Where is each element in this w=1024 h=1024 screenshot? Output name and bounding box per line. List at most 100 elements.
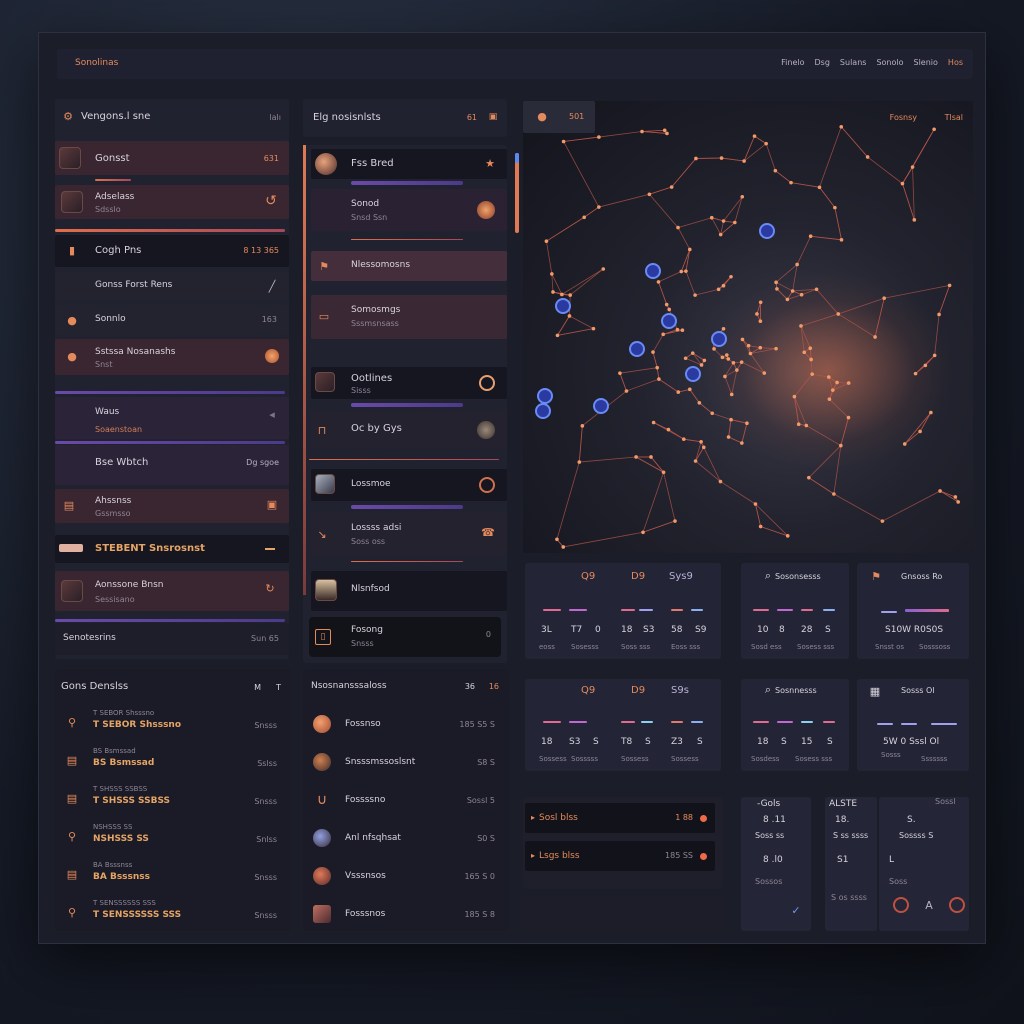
list-item-5[interactable]: ● Sonnlo 163 [55, 305, 289, 335]
mid-item-3[interactable]: ⚑ Nlessomosns [311, 251, 507, 281]
table-row[interactable]: ▤ BS Bsmssad BS Bsmssad Sslss [59, 745, 285, 777]
mid-item-4[interactable]: ▭ Somosmgs Sssmsnsass [311, 295, 507, 339]
minus-icon[interactable] [265, 548, 275, 550]
table-row[interactable]: ▤ BA Bsssnss BA Bsssnss Snsss [59, 859, 285, 891]
image-icon[interactable]: ▣ [265, 497, 279, 511]
phone-icon[interactable]: ☎ [481, 525, 495, 539]
map-marker[interactable] [535, 403, 551, 419]
map-marker[interactable] [711, 331, 727, 347]
stat-sub: Sosdess [751, 755, 780, 763]
toggle-ring[interactable] [479, 477, 495, 493]
mid-item-5[interactable]: Ootlines Sisss [311, 367, 507, 399]
mini-card-3[interactable]: Sossl S. Sossss S L Soss A [879, 797, 969, 931]
list-row[interactable]: Snsssmssoslsnt S8 S [307, 747, 503, 779]
list-row[interactable]: ∪ Fossssno Sossl 5 [307, 785, 503, 817]
alert-row-1[interactable]: ▸ Sosl blss 1 88 [525, 803, 715, 833]
map-scrollbar[interactable] [515, 153, 519, 233]
refresh-icon[interactable]: ↺ [263, 193, 279, 209]
list-item-11[interactable]: Aonssone Bnsn Sessisano ↻ [55, 571, 289, 611]
map-marker[interactable] [537, 388, 553, 404]
network-link [598, 193, 650, 208]
mini-card-2[interactable]: ALSTE 18. S ss ssss S1 S os ssss [825, 797, 877, 931]
table-row[interactable]: ⚲ T SENSSSSSS SSS T SENSSSSSS SSS Snsss [59, 897, 285, 929]
network-node [733, 220, 737, 225]
record-button[interactable] [893, 897, 909, 913]
network-node [647, 192, 652, 197]
map-marker[interactable] [555, 298, 571, 314]
alert-row-2[interactable]: ▸ Lsgs blss 185 SS [525, 841, 715, 871]
mid-item-9[interactable]: Nlsnfsod [311, 571, 507, 611]
list-item-3[interactable]: ▮ Cogh Pns 8 13 365 [55, 235, 289, 267]
mid-item-2[interactable]: Sonod Snsd Ssn [311, 189, 507, 231]
network-link [925, 355, 935, 366]
list-row[interactable]: Anl nfsqhsat S0 S [307, 823, 503, 855]
refresh-icon[interactable]: ↻ [263, 581, 277, 595]
menu-item-5[interactable]: Slenio [914, 58, 938, 67]
network-link [578, 425, 583, 463]
menu-item-1[interactable]: Finelo [781, 58, 804, 67]
toggle-ring[interactable] [479, 375, 495, 391]
mini-card-1[interactable]: -Gols 8 .11 Soss ss 8 .l0 Sossos ✓ [741, 797, 811, 931]
map-marker[interactable] [629, 341, 645, 357]
network-link [728, 436, 743, 444]
star-icon[interactable]: ★ [483, 156, 497, 170]
map-marker[interactable] [593, 398, 609, 414]
list-item-6[interactable]: ● Sstssa Nosanashs Snst [55, 339, 289, 375]
network-node [723, 374, 727, 379]
list-row[interactable]: Fosssnos 185 S 8 [307, 899, 503, 931]
network-link [840, 417, 849, 446]
table-row[interactable]: ⚲ T SEBOR Shsssno T SEBOR Shsssno Snsss [59, 707, 285, 739]
map-marker[interactable] [661, 313, 677, 329]
list-item-2[interactable]: Adselass Sdsslo ↺ [55, 185, 289, 219]
network-link [796, 236, 811, 265]
map-marker[interactable] [645, 263, 661, 279]
network-link [652, 351, 658, 368]
check-icon[interactable]: ✓ [789, 903, 803, 917]
settings-icon[interactable]: ⚙ [61, 109, 75, 123]
menu-item-6[interactable]: Hos [948, 58, 963, 67]
edit-icon[interactable]: ╱ [265, 279, 279, 293]
table-row[interactable]: ⚲ NSHSSS SS NSHSSS SS Snlss [59, 821, 285, 853]
menu-item-2[interactable]: Dsg [815, 58, 830, 67]
list-header-value: 36 [464, 682, 475, 691]
map-scroll-thumb[interactable] [515, 153, 519, 163]
search-icon[interactable]: ⌕ [761, 683, 775, 697]
filter-icon[interactable]: ▣ [487, 111, 499, 123]
record-button-2[interactable] [949, 897, 965, 913]
search-icon[interactable]: ⌕ [761, 569, 775, 583]
list-item-7[interactable]: Waus Soaenstoan ◂ [55, 397, 289, 439]
mid-item-10[interactable]: ▯ Fosong Snsss 0 [309, 617, 501, 657]
user-icon[interactable]: A [921, 897, 937, 913]
mid-item-value: 0 [485, 630, 491, 639]
network-link [641, 131, 668, 134]
mid-item-8[interactable]: ↘ Lossss adsi Soss oss ☎ [311, 513, 507, 555]
list-row[interactable]: Vsssnsos 165 S 0 [307, 861, 503, 893]
map-marker[interactable] [759, 223, 775, 239]
menu-item-4[interactable]: Sonolo [876, 58, 903, 67]
list-item-8[interactable]: Bse Wbtch Dg sgoe [55, 445, 289, 485]
table-row[interactable]: ▤ T SHSSS SSBSS T SHSSS SSBSS Snsss [59, 783, 285, 815]
list-item-10[interactable]: STEBENT Snsrosnst [55, 535, 289, 563]
robot-icon[interactable]: ● [535, 109, 549, 123]
mid-item-6[interactable]: ⊓ Oc by Gys [311, 411, 507, 449]
more-icon[interactable]: ◂ [265, 407, 279, 421]
avatar [313, 715, 331, 733]
network-map[interactable]: ● 501 Fosnsy Tlsal [523, 101, 973, 553]
menu-item-3[interactable]: Sulans [840, 58, 867, 67]
network-node [789, 180, 793, 185]
list-item-4[interactable]: Gonss Forst Rens ╱ [55, 271, 289, 301]
list-row[interactable]: Fossnso 185 S5 S [307, 709, 503, 741]
mid-item-7[interactable]: Lossmoe [311, 469, 507, 501]
map-marker[interactable] [685, 366, 701, 382]
left-column-footer[interactable]: Senotesrins Sun 65 [55, 623, 289, 655]
network-link [619, 373, 627, 392]
scroll-track[interactable] [303, 145, 306, 595]
stat-sub: Eoss sss [671, 643, 701, 651]
list-item-label: Cogh Pns [95, 245, 142, 256]
mid-item-1[interactable]: Fss Bred ★ [311, 149, 507, 179]
stat-value: S10W R0S0S [885, 625, 944, 635]
list-item-1[interactable]: Gonsst 631 [55, 141, 289, 175]
network-link [810, 235, 842, 241]
network-node [758, 319, 763, 324]
list-item-9[interactable]: ▤ Ahssnss Gssmsso ▣ [55, 489, 289, 523]
